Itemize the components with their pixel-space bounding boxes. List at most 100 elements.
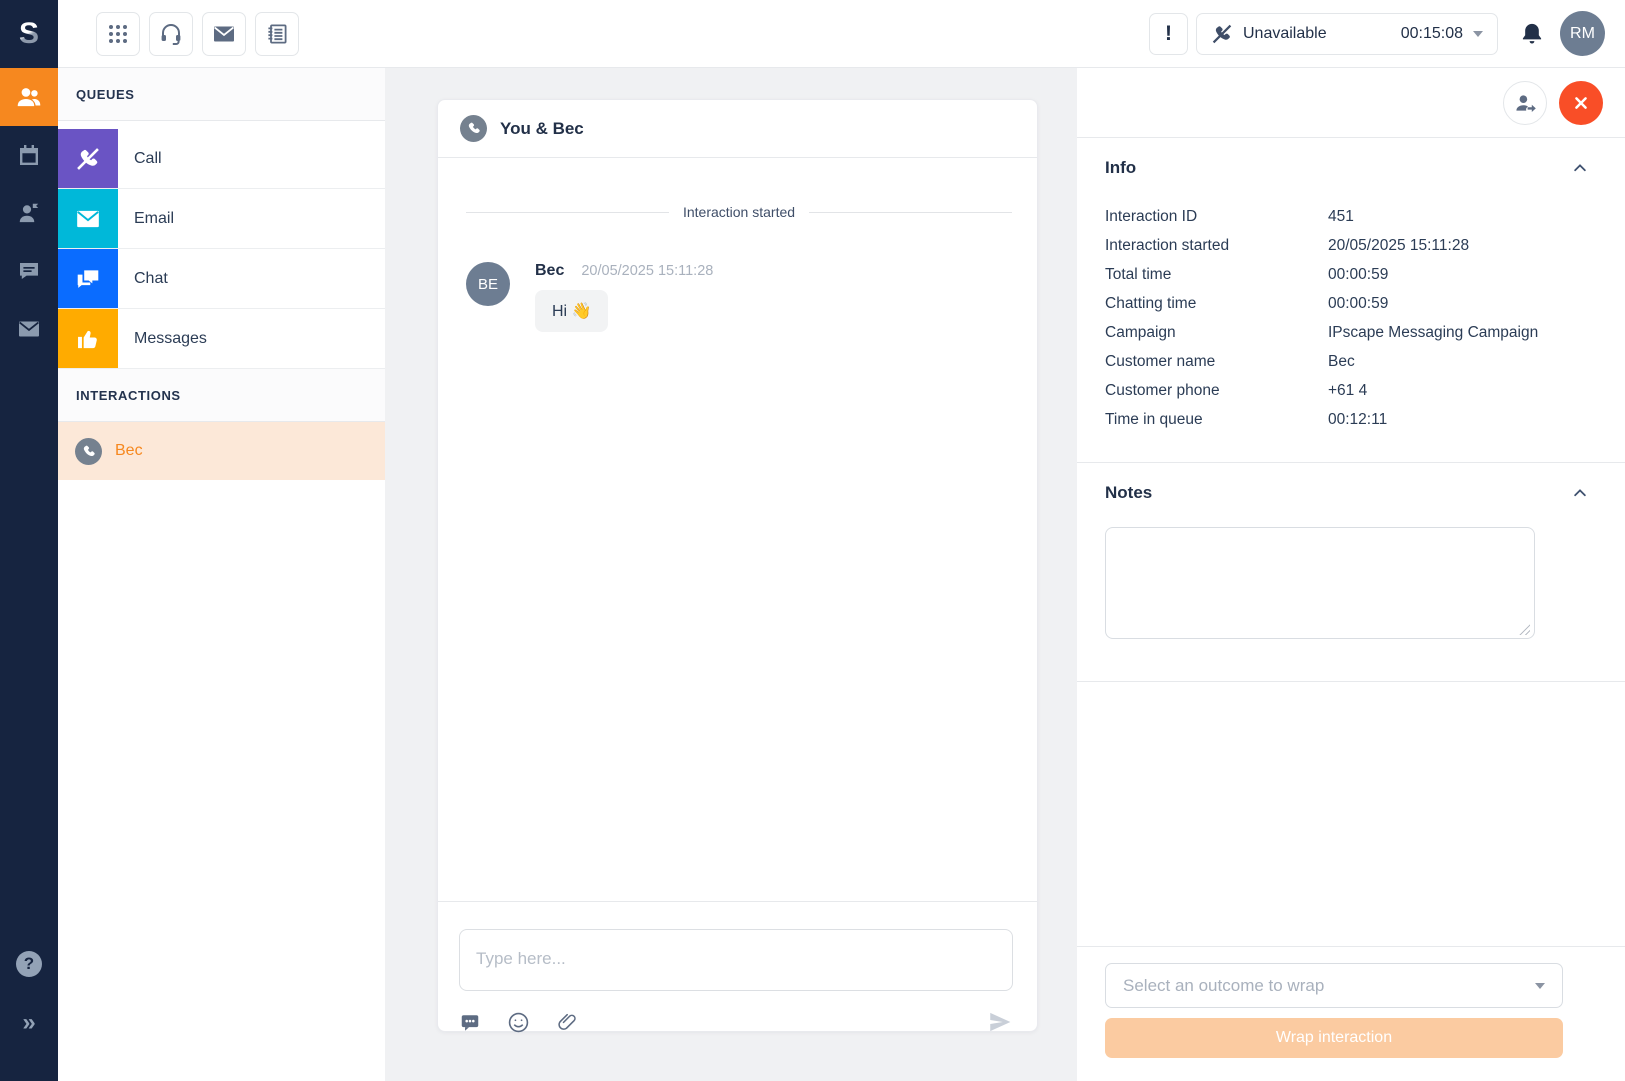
info-value: 20/05/2025 15:11:28 <box>1328 231 1563 260</box>
bell-icon <box>1519 21 1545 47</box>
info-label: Interaction ID <box>1105 202 1328 231</box>
avatar-initials: RM <box>1570 25 1595 43</box>
message-avatar: BE <box>466 262 510 306</box>
status-timer: 00:15:08 <box>1401 25 1463 43</box>
wrap-interaction-button[interactable]: Wrap interaction <box>1105 1018 1563 1058</box>
phone-slash-icon <box>58 129 118 188</box>
grid-icon <box>107 23 129 45</box>
whatsapp-icon <box>75 438 102 465</box>
queue-label: Messages <box>134 330 207 348</box>
info-row: Campaign IPscape Messaging Campaign <box>1105 318 1563 347</box>
rail-item-chat[interactable] <box>0 242 58 300</box>
envelope-icon <box>212 22 236 46</box>
queue-list: Call Email Chat Messages <box>58 129 385 369</box>
notes-box <box>1105 527 1535 644</box>
info-title: Info <box>1105 158 1136 178</box>
phone-slash-icon <box>1211 23 1233 45</box>
app-launcher-button[interactable] <box>96 12 140 56</box>
transfer-button[interactable] <box>1503 81 1547 125</box>
info-label: Campaign <box>1105 318 1328 347</box>
content-area: QUEUES Call Email Chat <box>58 68 1625 1081</box>
info-label: Interaction started <box>1105 231 1328 260</box>
message-head: Bec 20/05/2025 15:11:28 <box>535 262 713 280</box>
help-glyph: ? <box>24 954 34 974</box>
queue-item-call[interactable]: Call <box>58 129 385 189</box>
info-value: 00:00:59 <box>1328 260 1563 289</box>
info-value: 451 <box>1328 202 1563 231</box>
avatar-initials: BE <box>478 276 498 293</box>
log-button[interactable] <box>255 12 299 56</box>
info-value: 00:00:59 <box>1328 289 1563 318</box>
info-value: 00:12:11 <box>1328 405 1563 434</box>
chat-bubble-icon <box>17 259 41 283</box>
expand-rail-icon[interactable]: » <box>22 1011 35 1035</box>
interaction-started-divider: Interaction started <box>466 204 1012 220</box>
info-value: Bec <box>1328 347 1563 376</box>
help-icon[interactable]: ? <box>16 951 42 977</box>
alert-button[interactable]: ! <box>1149 13 1188 55</box>
message-sender: Bec <box>535 262 564 280</box>
envelope-icon <box>58 189 118 248</box>
interactions-title: INTERACTIONS <box>76 388 181 403</box>
outcome-select[interactable]: Select an outcome to wrap <box>1105 963 1563 1008</box>
agent-status-dropdown[interactable]: Unavailable 00:15:08 <box>1196 13 1498 55</box>
info-label: Time in queue <box>1105 405 1328 434</box>
interaction-details-panel: Info Interaction ID 451 Interaction star… <box>1077 68 1625 1081</box>
wrap-section: Select an outcome to wrap Wrap interacti… <box>1077 946 1625 1081</box>
close-interaction-button[interactable] <box>1559 81 1603 125</box>
queue-item-messages[interactable]: Messages <box>58 309 385 369</box>
info-row: Customer phone +61 4 <box>1105 376 1563 405</box>
emoji-button[interactable] <box>507 1011 530 1034</box>
info-label: Customer name <box>1105 347 1328 376</box>
divider-label: Interaction started <box>683 204 795 220</box>
info-label: Customer phone <box>1105 376 1328 405</box>
topbar: ! Unavailable 00:15:08 RM <box>58 0 1625 68</box>
rail-item-agent[interactable] <box>0 184 58 242</box>
alert-glyph: ! <box>1165 22 1172 46</box>
rail-item-email[interactable] <box>0 300 58 358</box>
chat-bubbles-icon <box>58 249 118 308</box>
info-section-head: Info <box>1105 158 1589 178</box>
topbar-right: ! Unavailable 00:15:08 RM <box>1149 11 1605 56</box>
email-button[interactable] <box>202 12 246 56</box>
attachment-button[interactable] <box>556 1011 578 1033</box>
message-bubble: Hi 👋 <box>535 290 608 332</box>
info-label: Total time <box>1105 260 1328 289</box>
composer-toolbar <box>459 1009 1013 1035</box>
headset-button[interactable] <box>149 12 193 56</box>
notebook-icon <box>265 22 289 46</box>
info-label: Chatting time <box>1105 289 1328 318</box>
send-button[interactable] <box>987 1009 1013 1035</box>
chat-card: You & Bec Interaction started BE Bec 20/… <box>437 99 1038 1032</box>
brand-logo-icon: S <box>19 19 39 49</box>
notes-section: Notes <box>1077 463 1625 682</box>
close-icon <box>1571 93 1591 113</box>
rail-bottom: ? » <box>0 951 58 1081</box>
collapse-notes-button[interactable] <box>1571 484 1589 502</box>
rail-item-schedule[interactable] <box>0 126 58 184</box>
notifications-bell-button[interactable] <box>1519 21 1545 47</box>
rail-item-interactions[interactable] <box>0 68 58 126</box>
person-flag-icon <box>17 201 41 225</box>
headset-icon <box>159 22 183 46</box>
interaction-item-bec[interactable]: Bec <box>58 422 385 480</box>
message-input[interactable] <box>459 929 1013 991</box>
info-row: Interaction ID 451 <box>1105 202 1563 231</box>
chat-header: You & Bec <box>438 100 1037 158</box>
notes-input[interactable] <box>1105 527 1535 639</box>
canned-responses-button[interactable] <box>459 1011 481 1033</box>
people-icon <box>16 84 42 110</box>
collapse-info-button[interactable] <box>1571 159 1589 177</box>
queue-item-chat[interactable]: Chat <box>58 249 385 309</box>
panel-actions <box>1077 68 1625 138</box>
queue-label: Email <box>134 210 174 228</box>
notes-section-head: Notes <box>1105 483 1589 503</box>
info-row: Time in queue 00:12:11 <box>1105 405 1563 434</box>
user-avatar[interactable]: RM <box>1560 11 1605 56</box>
chat-message: BE Bec 20/05/2025 15:11:28 Hi 👋 <box>466 262 1012 332</box>
calendar-icon <box>17 143 41 167</box>
interaction-label: Bec <box>115 442 143 460</box>
queue-item-email[interactable]: Email <box>58 189 385 249</box>
info-value: +61 4 <box>1328 376 1563 405</box>
left-rail: S ? » <box>0 0 58 1081</box>
